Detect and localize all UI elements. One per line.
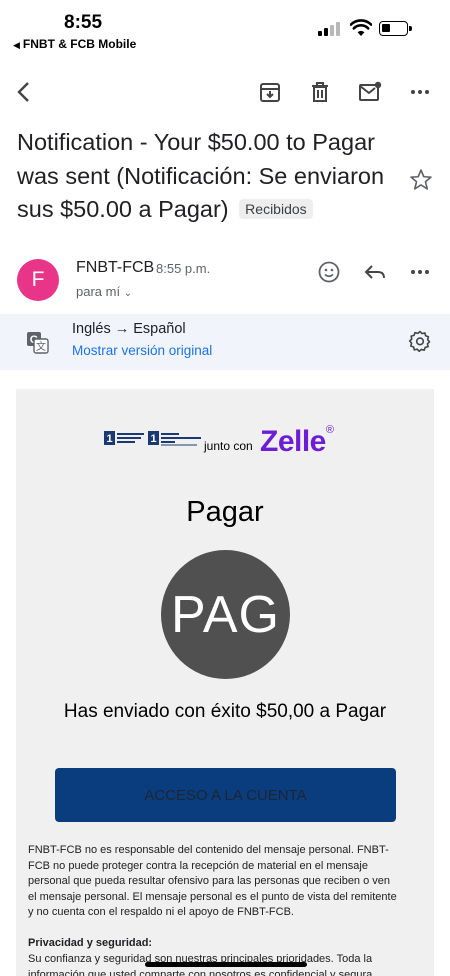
registered-mark: ® [325, 424, 334, 436]
email-toolbar [0, 70, 450, 114]
trash-icon[interactable] [306, 78, 334, 106]
show-original-link[interactable]: Mostrar versión original [72, 343, 212, 358]
svg-text:1: 1 [106, 433, 112, 445]
first-convenience-bank-logo: 1 [148, 431, 201, 446]
status-time: 8:55 [64, 12, 103, 33]
partner-text: junto con [204, 439, 253, 453]
privacy-heading: Privacidad y seguridad: [28, 937, 153, 949]
success-message: Has enviado con éxito $50,00 a Pagar [63, 701, 387, 722]
emoji-reaction-icon[interactable] [315, 258, 343, 286]
sent-time: 8:55 p.m. [156, 261, 211, 276]
mark-unread-icon[interactable] [356, 78, 384, 106]
reply-icon[interactable] [361, 258, 389, 286]
recipient-label: para mí [76, 284, 121, 299]
back-app-label: FNBT & FCB Mobile [22, 37, 137, 51]
brand-logos: 1 1 junto con Zelle® [104, 424, 354, 458]
first-national-bank-logo: 1 [104, 431, 144, 445]
sender-name: FNBT-FCB [76, 259, 155, 276]
sender-more-icon[interactable] [406, 258, 434, 286]
translate-settings-gear-icon[interactable] [408, 329, 432, 353]
wifi-icon [350, 19, 372, 36]
payee-title: Pagar [186, 496, 264, 528]
payee-avatar: PAG [161, 550, 290, 679]
translate-icon: G 文 [27, 332, 49, 354]
translation-languages: Inglés → Español [72, 321, 186, 337]
status-bar: 8:55 ◀ FNBT & FCB Mobile [0, 0, 450, 58]
zelle-wordmark: Zelle [260, 425, 326, 458]
zelle-logo: Zelle® [260, 424, 334, 459]
archive-icon[interactable] [256, 78, 284, 106]
email-subject: Notification - Your $50.00 to Pagar was … [17, 126, 397, 227]
back-to-app-link[interactable]: ◀ FNBT & FCB Mobile [13, 37, 136, 51]
back-arrow-icon[interactable] [10, 78, 38, 106]
inbox-label-chip[interactable]: Recibidos [239, 199, 313, 219]
back-triangle-icon: ◀ [13, 40, 20, 50]
subject-text: Notification - Your $50.00 to Pagar was … [17, 129, 385, 222]
sender-avatar[interactable]: F [17, 259, 59, 301]
home-indicator[interactable] [145, 962, 307, 967]
more-options-icon[interactable] [406, 78, 434, 106]
battery-icon [379, 21, 412, 36]
signal-icon [318, 22, 344, 36]
account-access-button[interactable]: ACCESO A LA CUENTA [55, 768, 396, 822]
svg-text:文: 文 [36, 340, 46, 353]
chevron-down-icon: ⌄ [123, 288, 133, 299]
recipient-details[interactable]: para mí ⌄ [76, 284, 132, 299]
svg-text:1: 1 [150, 433, 156, 445]
translate-bar: G 文 Inglés → Español Mostrar versión ori… [0, 314, 450, 370]
star-icon[interactable] [408, 167, 434, 193]
disclaimer-text: FNBT-FCB no es responsable del contenido… [28, 844, 397, 918]
